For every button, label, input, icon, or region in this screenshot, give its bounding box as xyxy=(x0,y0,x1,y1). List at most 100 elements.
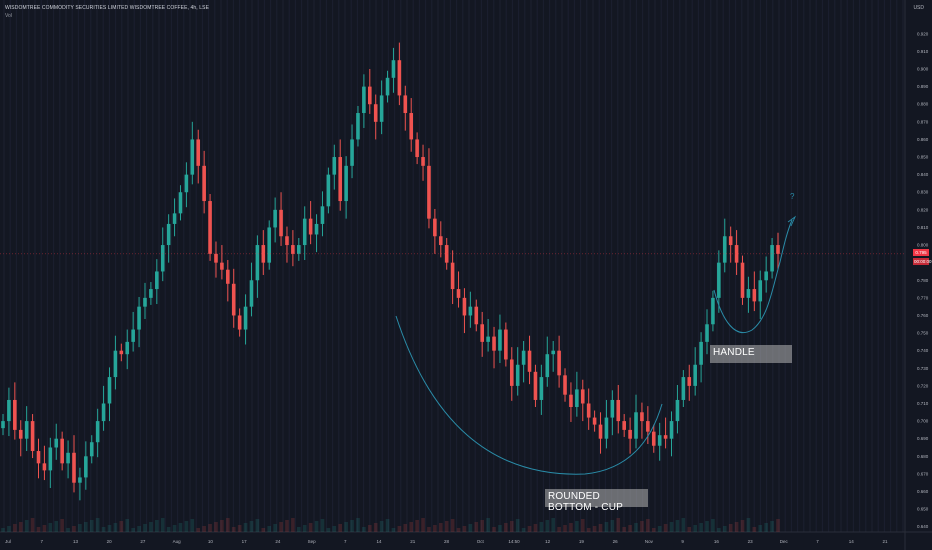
candle-body xyxy=(433,218,437,237)
y-tick-label: 0.730 xyxy=(917,366,929,371)
volume-bar xyxy=(722,526,727,532)
candle-body xyxy=(693,364,697,386)
y-tick-label: 0.830 xyxy=(917,190,929,195)
candle-body xyxy=(184,174,189,193)
volume-bar xyxy=(107,525,112,532)
candle-body xyxy=(474,306,479,325)
candle-body xyxy=(415,139,419,158)
candle-body xyxy=(143,297,147,307)
x-tick-label: 13 xyxy=(73,539,79,544)
candle-body xyxy=(468,306,473,316)
currency-label: USD xyxy=(913,5,924,11)
candle-body xyxy=(214,253,218,263)
volume-bar xyxy=(480,520,484,532)
x-tick-label: Nov xyxy=(645,539,654,544)
candle-body xyxy=(628,429,632,439)
volume-bar xyxy=(172,525,177,532)
y-tick-label: 0.680 xyxy=(917,454,929,459)
candle-body xyxy=(285,236,289,246)
volume-bar xyxy=(78,524,82,532)
volume-bar xyxy=(308,523,313,532)
volume-bar xyxy=(48,523,53,532)
volume-bar xyxy=(160,518,165,532)
cup-annotation[interactable]: ROUNDED BOTTOM - CUP xyxy=(545,489,648,513)
volume-bar xyxy=(220,520,224,532)
volume-bar xyxy=(575,521,579,532)
x-tick-label: Aug xyxy=(173,539,182,544)
price-chart[interactable]: 0.920 0.910 0.900 0.890 0.880 0.870 0.860 0.850… xyxy=(0,0,932,550)
candle-body xyxy=(740,262,745,298)
volume-bar xyxy=(421,518,425,532)
y-tick-label: 0.770 xyxy=(917,295,929,300)
candle-body xyxy=(486,336,490,342)
volume-bar xyxy=(675,520,680,532)
volume-bar xyxy=(444,521,449,532)
volume-bar xyxy=(563,525,567,532)
candle-body xyxy=(610,399,615,418)
candle-body xyxy=(385,77,390,96)
y-tick-label: 0.900 xyxy=(917,67,929,72)
volume-bar xyxy=(202,526,206,532)
candle-body xyxy=(72,452,76,483)
bar-countdown-badge: 00:00:00 xyxy=(913,258,932,265)
candle-body xyxy=(687,377,692,386)
volume-bar xyxy=(356,518,360,532)
volume-bar xyxy=(214,522,218,532)
volume-bar xyxy=(119,521,124,532)
volume-bar xyxy=(131,528,135,532)
candle-body xyxy=(66,452,70,464)
volume-bar xyxy=(527,526,532,532)
volume-bar xyxy=(350,520,354,532)
volume-bar xyxy=(468,524,473,532)
candle-body xyxy=(575,389,579,408)
x-tick-label: 19 xyxy=(579,539,585,544)
volume-bar xyxy=(291,518,295,532)
candle-body xyxy=(344,165,348,202)
candle-body xyxy=(533,371,538,400)
candle-body xyxy=(291,245,295,254)
volume-indicator-label[interactable]: Vol xyxy=(5,13,12,19)
volume-bar xyxy=(113,523,118,532)
volume-bar xyxy=(226,518,230,532)
candle-body xyxy=(243,306,248,330)
candle-body xyxy=(557,350,561,376)
volume-bar xyxy=(604,522,609,532)
x-tick-label: 24 xyxy=(275,539,281,544)
volume-bar xyxy=(373,523,378,532)
volume-bar xyxy=(521,528,526,532)
y-tick-label: 0.810 xyxy=(917,225,929,230)
volume-bar xyxy=(255,519,260,532)
candle-body xyxy=(758,280,763,302)
candle-body xyxy=(563,375,567,395)
volume-bar xyxy=(338,524,343,532)
y-tick-label: 0.840 xyxy=(917,172,929,177)
volume-bar xyxy=(580,519,585,532)
volume-bar xyxy=(669,522,674,532)
volume-bar xyxy=(450,519,455,532)
candle-body xyxy=(220,262,224,270)
candle-body xyxy=(764,271,768,281)
candle-body xyxy=(462,297,467,316)
candle-body xyxy=(403,95,408,114)
volume-bar xyxy=(504,523,508,532)
candle-body xyxy=(504,329,508,360)
candle-body xyxy=(722,236,727,263)
handle-annotation[interactable]: HANDLE xyxy=(710,345,792,363)
volume-bar xyxy=(740,520,745,532)
x-tick-label: 26 xyxy=(613,539,619,544)
volume-bar xyxy=(243,523,248,532)
x-tick-label: Sep xyxy=(308,539,317,544)
volume-bar xyxy=(728,524,733,532)
candle-body xyxy=(78,477,82,483)
volume-bar xyxy=(533,524,538,532)
candle-body xyxy=(634,412,638,439)
volume-bar xyxy=(320,519,325,532)
candle-body xyxy=(711,297,715,325)
volume-bar xyxy=(734,522,739,532)
volume-bar xyxy=(66,528,70,532)
volume-bar xyxy=(285,520,289,532)
candle-body xyxy=(338,157,343,202)
candle-body xyxy=(421,157,425,166)
volume-bar xyxy=(474,522,479,532)
volume-bar xyxy=(509,521,514,532)
